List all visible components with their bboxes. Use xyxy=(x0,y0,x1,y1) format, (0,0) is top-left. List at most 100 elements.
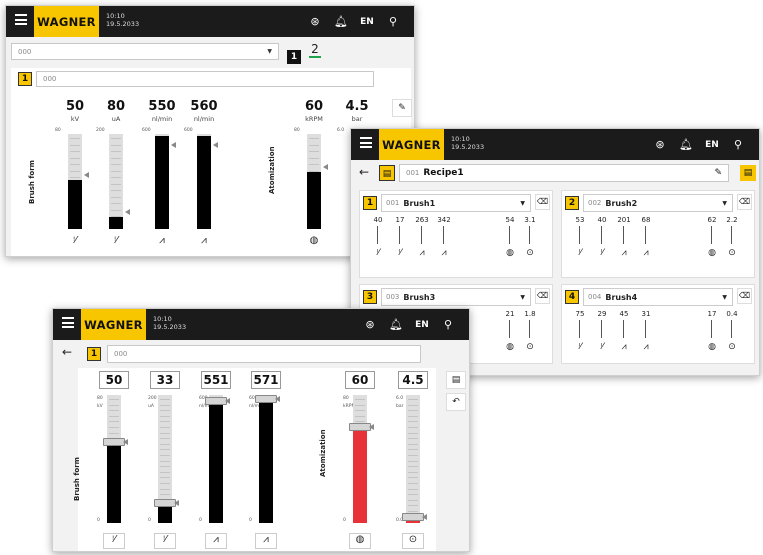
slider-handle[interactable] xyxy=(154,499,176,507)
gun-kv-icon[interactable]: ᵎ⁄ xyxy=(103,533,125,549)
top-bar: WAGNER 10:10 19.5.2033 ⊛ 🔔︎ EN ⚲ xyxy=(53,309,469,340)
clear-brush-button[interactable]: ⌫ xyxy=(737,194,752,210)
brush-level-line xyxy=(529,320,530,338)
menu-icon[interactable] xyxy=(360,137,372,148)
gauge-value: 4.5 xyxy=(345,99,369,114)
slider-handle[interactable] xyxy=(349,423,371,431)
slider-track[interactable] xyxy=(402,395,424,523)
back-arrow-icon[interactable]: ← xyxy=(359,165,369,179)
language-button[interactable]: EN xyxy=(699,140,725,150)
gun-ua-icon: ᵎ⁄ xyxy=(600,342,604,352)
gun-ua-icon[interactable]: ᵎ⁄ xyxy=(154,533,176,549)
brush-number: 002 xyxy=(588,199,602,207)
menu-icon[interactable] xyxy=(15,14,27,25)
scale-tick xyxy=(160,427,170,428)
row-name-field[interactable]: 000 xyxy=(36,71,374,87)
brush-select[interactable]: 003 Brush3 ▼ xyxy=(381,288,531,306)
brush-level-line xyxy=(509,320,510,338)
slider-max-label: 80 xyxy=(97,396,103,401)
clear-brush-button[interactable]: ⌫ xyxy=(535,288,550,304)
user-icon[interactable]: ⚲ xyxy=(725,138,751,151)
slider-handle[interactable] xyxy=(205,397,227,405)
scale-tick xyxy=(408,499,418,501)
bell-icon[interactable]: 🔔︎ xyxy=(328,15,354,28)
brush-select[interactable]: 002 Brush2 ▼ xyxy=(583,194,733,212)
page-tab-1[interactable]: 1 xyxy=(287,44,301,64)
gun-ua-icon: ᵎ⁄ xyxy=(600,248,604,258)
brush-level-line xyxy=(623,226,624,244)
scale-tick xyxy=(160,466,170,468)
slider-handle[interactable] xyxy=(103,438,125,446)
slider-track[interactable] xyxy=(349,395,371,523)
language-button[interactable]: EN xyxy=(409,320,435,330)
air-flow-icon[interactable]: ⩘ xyxy=(205,533,227,549)
gauge-max-label: 80 xyxy=(55,128,61,133)
save-button[interactable]: ▤ xyxy=(740,165,756,181)
back-arrow-icon[interactable]: ← xyxy=(62,345,72,359)
brush-value: 2.2 xyxy=(726,216,738,224)
brush-level-line xyxy=(399,226,400,244)
brush-name: Brush1 xyxy=(403,198,436,208)
scale-tick xyxy=(408,494,418,496)
bell-icon[interactable]: 🔔︎ xyxy=(383,318,409,331)
save-icon[interactable]: ▤ xyxy=(446,371,466,389)
recipe-name-field[interactable]: 001 Recipe1 ✎ xyxy=(399,164,729,182)
user-icon[interactable]: ⚲ xyxy=(380,15,406,28)
recipe-dropdown[interactable]: 000 ▼ xyxy=(11,43,279,60)
slider-handle[interactable] xyxy=(402,513,424,521)
scale-tick xyxy=(70,138,80,139)
turbine-icon[interactable]: ◍ xyxy=(349,533,371,549)
bell-icon[interactable]: 🔔︎ xyxy=(673,138,699,151)
slider-fill xyxy=(353,427,367,523)
target-icon[interactable]: ⊛ xyxy=(302,15,328,28)
slider-value-input[interactable]: 50 xyxy=(99,371,129,389)
clear-brush-button[interactable]: ⌫ xyxy=(737,288,752,304)
slider-value-input[interactable]: 4.5 xyxy=(398,371,428,389)
scale-tick xyxy=(160,483,170,484)
undo-icon[interactable]: ↶ xyxy=(446,393,466,411)
slider-min-label: 0 xyxy=(148,518,151,523)
brush-number: 003 xyxy=(386,293,400,301)
brush-index-badge: 3 xyxy=(363,290,377,304)
pencil-icon[interactable]: ✎ xyxy=(714,168,722,178)
slider-track[interactable] xyxy=(154,395,176,523)
slider-max-label: 6.0 xyxy=(396,396,404,401)
gauge-fill xyxy=(109,217,123,229)
air-flow-icon[interactable]: ⩘ xyxy=(255,533,277,549)
brush-select[interactable]: 004 Brush4 ▼ xyxy=(583,288,733,306)
scale-tick xyxy=(355,415,365,417)
wagner-logo: WAGNER xyxy=(379,129,444,160)
brush-value: 75 xyxy=(575,310,585,318)
slider-handle[interactable] xyxy=(255,395,277,403)
brush-level-line xyxy=(711,320,712,338)
slider-fill xyxy=(107,442,121,523)
edit-button[interactable]: ✎ xyxy=(392,99,412,117)
slider-track[interactable] xyxy=(103,395,125,523)
slider-value-input[interactable]: 551 xyxy=(201,371,231,389)
slider-value-input[interactable]: 571 xyxy=(251,371,281,389)
scale-tick xyxy=(160,449,170,451)
page-tab-2[interactable]: 2 xyxy=(309,42,321,58)
user-icon[interactable]: ⚲ xyxy=(435,318,461,331)
target-icon[interactable]: ⊛ xyxy=(647,138,673,151)
slider-track[interactable] xyxy=(255,395,277,523)
group-label-brush-form: Brush form xyxy=(28,160,36,204)
target-icon[interactable]: ⊛ xyxy=(357,318,383,331)
menu-icon[interactable] xyxy=(62,317,74,328)
language-button[interactable]: EN xyxy=(354,17,380,27)
scale-tick xyxy=(111,144,121,146)
slider-value-input[interactable]: 60 xyxy=(345,371,375,389)
slider-value-input[interactable]: 33 xyxy=(150,371,180,389)
clear-brush-button[interactable]: ⌫ xyxy=(535,194,550,210)
chevron-down-icon: ▼ xyxy=(267,48,272,55)
row-name-field[interactable]: 000 xyxy=(107,345,421,363)
gauge-setpoint-marker xyxy=(323,164,328,170)
brush-name: Brush3 xyxy=(403,292,436,302)
pressure-icon[interactable]: ⊙ xyxy=(402,533,424,549)
brush-index-badge: 2 xyxy=(565,196,579,210)
slider-track[interactable] xyxy=(205,395,227,523)
scale-tick xyxy=(70,151,80,152)
brush-select[interactable]: 001 Brush1 ▼ xyxy=(381,194,531,212)
air-flow-icon: ⩘ xyxy=(621,342,627,352)
scale-tick xyxy=(309,144,319,146)
